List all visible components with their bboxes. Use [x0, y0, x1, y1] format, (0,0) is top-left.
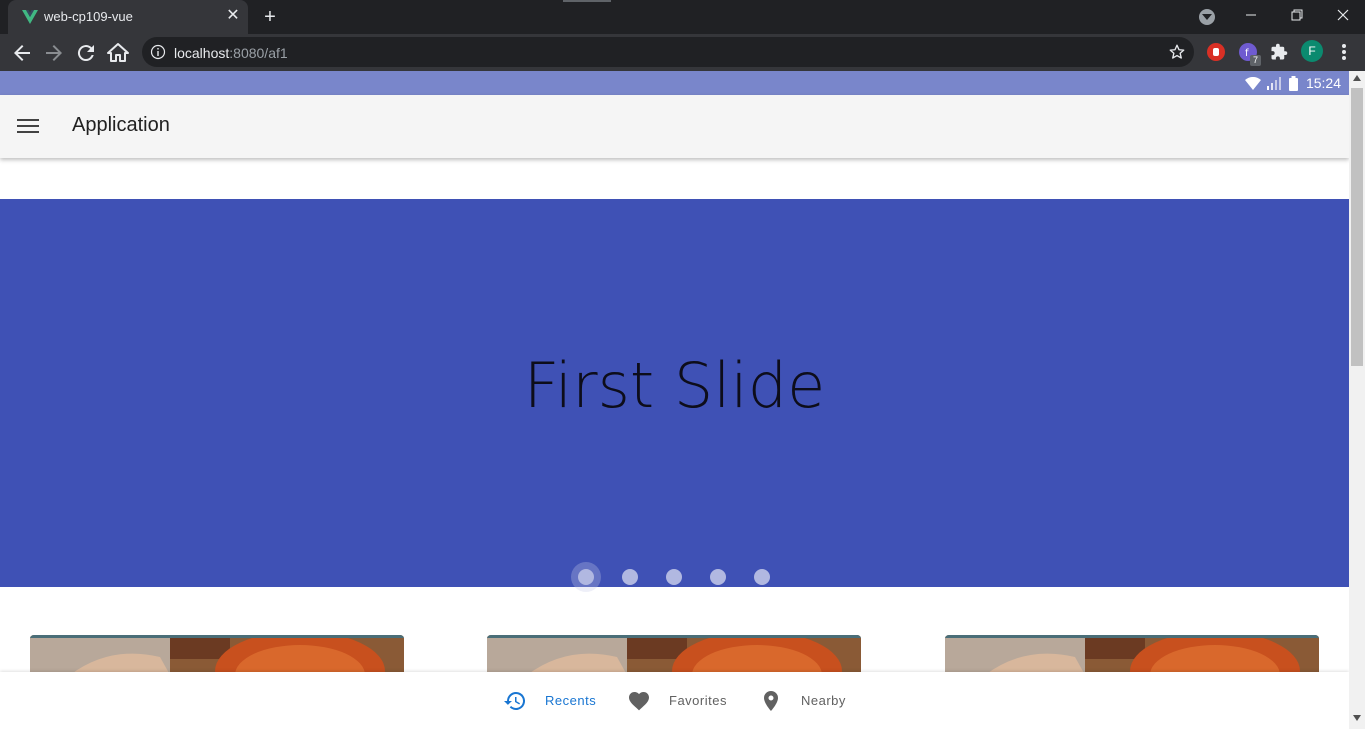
carousel-dot[interactable] — [754, 569, 770, 585]
page-scrollbar[interactable] — [1349, 71, 1365, 729]
carousel-indicators — [0, 563, 1349, 587]
card-image[interactable] — [30, 635, 404, 675]
carousel-dot[interactable] — [710, 569, 726, 585]
nav-recents[interactable]: Recents — [503, 689, 603, 713]
nav-label-recents: Recents — [545, 693, 597, 708]
url-path: :8080/af1 — [229, 45, 288, 61]
svg-text:f: f — [1245, 48, 1249, 59]
app-title: Application — [72, 114, 170, 136]
signal-icon — [1267, 77, 1281, 90]
page-viewport: 15:24 Application First Slide Recents Fa… — [0, 71, 1349, 729]
tab-close-icon[interactable]: ✕ — [224, 7, 242, 25]
adblock-extension-icon[interactable] — [1207, 43, 1225, 61]
tab-title: web-cp109-vue — [44, 9, 133, 24]
vue-logo-icon — [22, 10, 38, 24]
browser-toolbar: localhost:8080/af1 f 7 F — [0, 34, 1365, 71]
scroll-thumb[interactable] — [1351, 88, 1363, 366]
scroll-up-icon[interactable] — [1353, 75, 1361, 81]
nav-label-favorites: Favorites — [669, 693, 727, 708]
minimize-icon[interactable] — [1228, 0, 1274, 30]
new-tab-icon[interactable]: + — [260, 7, 280, 27]
carousel[interactable]: First Slide — [0, 199, 1349, 587]
history-icon — [504, 691, 526, 710]
nav-favorites[interactable]: Favorites — [627, 689, 737, 713]
tab-search-icon[interactable] — [1199, 9, 1215, 25]
site-info-icon[interactable] — [150, 44, 166, 60]
restore-icon[interactable] — [1274, 0, 1320, 30]
forward-icon[interactable] — [42, 41, 66, 65]
battery-icon — [1289, 76, 1298, 91]
scroll-down-icon[interactable] — [1353, 715, 1361, 721]
home-icon[interactable] — [106, 41, 130, 65]
browser-tab-strip: web-cp109-vue ✕ + — [0, 0, 1365, 34]
card-image[interactable] — [945, 635, 1319, 675]
menu-icon[interactable] — [17, 117, 39, 135]
url-text: localhost:8080/af1 — [174, 45, 288, 61]
pie-photo — [945, 635, 1319, 675]
browser-tab[interactable]: web-cp109-vue ✕ — [8, 0, 248, 34]
url-host: localhost — [174, 45, 230, 61]
pie-photo — [487, 635, 861, 675]
profile-avatar[interactable]: F — [1301, 40, 1323, 62]
wifi-icon — [1245, 77, 1261, 90]
device-status-bar: 15:24 — [0, 71, 1349, 95]
extensions-puzzle-icon[interactable] — [1270, 43, 1288, 61]
window-close-icon[interactable] — [1320, 0, 1365, 30]
browser-menu-icon[interactable] — [1336, 41, 1352, 63]
address-bar[interactable]: localhost:8080/af1 — [142, 37, 1194, 67]
reload-icon[interactable] — [74, 41, 98, 65]
carousel-dot[interactable] — [622, 569, 638, 585]
status-time: 15:24 — [1305, 75, 1341, 91]
app-bar: Application — [0, 95, 1349, 158]
nav-nearby[interactable]: Nearby — [759, 689, 859, 713]
heart-icon — [629, 692, 649, 711]
nav-label-nearby: Nearby — [801, 693, 846, 708]
pie-photo — [30, 635, 404, 675]
bookmark-star-icon[interactable] — [1168, 43, 1186, 61]
location-pin-icon — [764, 691, 778, 711]
card-image[interactable] — [487, 635, 861, 675]
carousel-dot[interactable] — [666, 569, 682, 585]
carousel-dot[interactable] — [578, 569, 594, 585]
extension-badge: 7 — [1250, 55, 1261, 66]
slide-title: First Slide — [523, 349, 826, 422]
window-drag-handle — [563, 0, 611, 2]
back-icon[interactable] — [10, 41, 34, 65]
bottom-navigation: Recents Favorites Nearby — [0, 672, 1349, 729]
